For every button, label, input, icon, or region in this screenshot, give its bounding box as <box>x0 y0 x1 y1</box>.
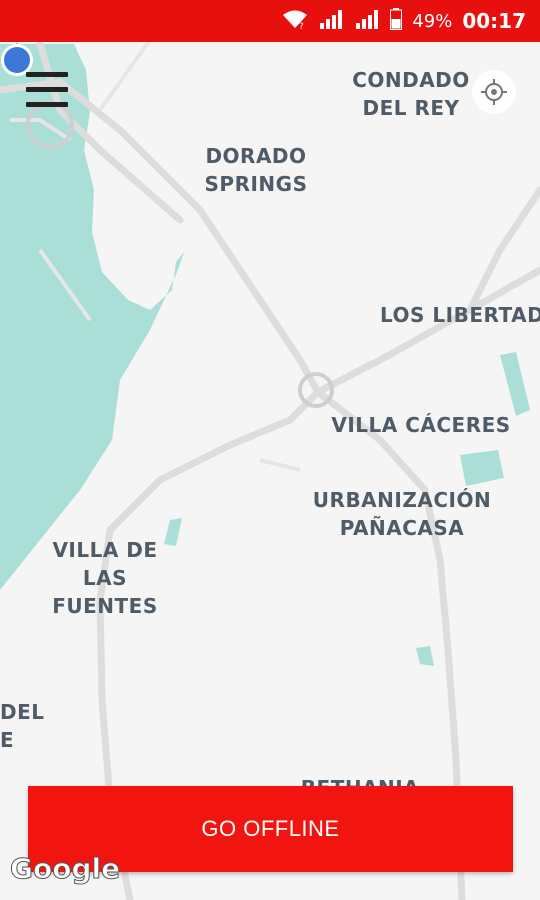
current-location-marker <box>1 43 33 76</box>
place-label: DEL E <box>0 700 45 752</box>
svg-text:?: ? <box>299 22 304 29</box>
park-4 <box>416 646 434 666</box>
battery-percent: 49% <box>412 10 453 32</box>
clock: 00:17 <box>462 9 526 33</box>
status-bar: ? 49% 00:17 <box>0 0 540 42</box>
place-label: CONDADO DEL REY <box>352 68 470 120</box>
place-label: DORADO SPRINGS <box>204 144 308 196</box>
place-label: LOS LIBERTADO <box>380 303 540 327</box>
google-logo: Google <box>9 852 121 886</box>
menu-icon[interactable] <box>26 72 70 108</box>
signal-icon <box>318 9 344 33</box>
place-label: VILLA DE LAS FUENTES <box>52 538 158 618</box>
signal-icon-2 <box>354 9 380 33</box>
place-label: VILLA CÁCERES <box>331 413 511 437</box>
map-view[interactable]: CONDADO DEL REY DORADO SPRINGS LOS LIBER… <box>0 42 540 900</box>
place-label: URBANIZACIÓN PAÑACASA <box>312 488 492 540</box>
park-2 <box>460 450 504 486</box>
park <box>500 352 530 416</box>
my-location-icon[interactable] <box>472 70 516 114</box>
battery-icon <box>390 8 403 34</box>
wifi-icon: ? <box>282 9 308 33</box>
